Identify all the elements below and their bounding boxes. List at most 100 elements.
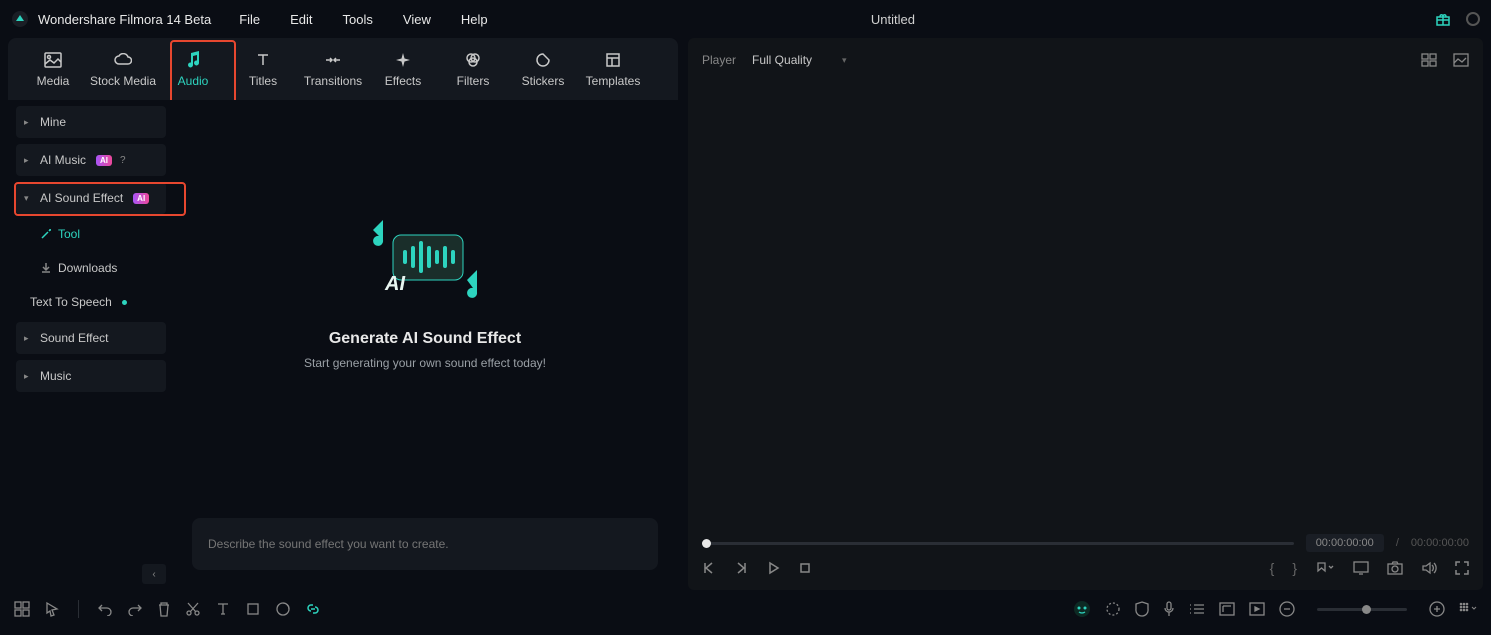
- describe-input-box[interactable]: [192, 518, 658, 570]
- menu-edit[interactable]: Edit: [290, 12, 312, 27]
- prev-frame-button[interactable]: [702, 561, 716, 575]
- sidebar-item-sound-effect[interactable]: ▸ Sound Effect: [16, 322, 166, 354]
- tab-templates[interactable]: Templates: [578, 38, 648, 100]
- tab-audio-label: Audio: [178, 74, 209, 88]
- tab-audio[interactable]: Audio: [158, 38, 228, 100]
- tab-filters[interactable]: Filters: [438, 38, 508, 100]
- tab-titles[interactable]: Titles: [228, 38, 298, 100]
- new-indicator-icon: [122, 300, 127, 305]
- color-button[interactable]: [275, 601, 291, 617]
- tab-stickers[interactable]: Stickers: [508, 38, 578, 100]
- sidebar-sub-downloads[interactable]: Downloads: [16, 254, 166, 282]
- ai-badge: AI: [133, 193, 149, 204]
- bottom-toolbar: [0, 590, 1491, 628]
- cursor-icon[interactable]: [44, 601, 60, 617]
- tab-effects-label: Effects: [385, 74, 421, 88]
- zoom-slider[interactable]: [1317, 608, 1407, 611]
- left-panel: Media Stock Media Audio Titles Transitio…: [8, 38, 678, 590]
- chevron-right-icon: ▸: [24, 117, 34, 128]
- document-title: Untitled: [871, 12, 915, 27]
- menubar: Wondershare Filmora 14 Beta File Edit To…: [0, 0, 1491, 38]
- mark-out-icon[interactable]: }: [1292, 560, 1297, 576]
- app-logo-icon: [10, 9, 30, 29]
- stop-button[interactable]: [798, 561, 812, 575]
- progress-slider[interactable]: [702, 542, 1294, 545]
- zoom-out-button[interactable]: [1279, 601, 1295, 617]
- content-area: AI Generate AI Sound Effect Start genera…: [172, 100, 678, 590]
- grid-view-icon[interactable]: [1421, 53, 1437, 67]
- main-area: Media Stock Media Audio Titles Transitio…: [0, 38, 1491, 590]
- sidebar-tts-label: Text To Speech: [30, 295, 112, 309]
- export-frame-icon[interactable]: [1219, 602, 1235, 616]
- sidebar-sub-tts[interactable]: Text To Speech: [16, 288, 166, 316]
- sidebar-se-label: Sound Effect: [40, 331, 109, 345]
- filters-icon: [465, 50, 481, 70]
- zoom-in-button[interactable]: [1429, 601, 1445, 617]
- timeline-options-icon[interactable]: [1459, 602, 1477, 616]
- menu-file[interactable]: File: [239, 12, 260, 27]
- list-icon[interactable]: [1189, 602, 1205, 616]
- fullscreen-button[interactable]: [1455, 561, 1469, 575]
- media-icon: [44, 50, 62, 70]
- step-back-button[interactable]: [734, 561, 748, 575]
- gift-icon[interactable]: [1435, 11, 1451, 27]
- tab-transitions-label: Transitions: [304, 74, 362, 88]
- sidebar-item-music[interactable]: ▸ Music: [16, 360, 166, 392]
- ai-assistant-icon[interactable]: [1073, 600, 1091, 618]
- layout-icon[interactable]: [14, 601, 30, 617]
- cut-button[interactable]: [185, 601, 201, 617]
- undo-button[interactable]: [97, 602, 113, 616]
- svg-text:AI: AI: [384, 273, 405, 295]
- menu-view[interactable]: View: [403, 12, 431, 27]
- ai-sound-illustration-icon: AI: [355, 210, 495, 310]
- menu-tools[interactable]: Tools: [343, 12, 373, 27]
- snapshot-button[interactable]: [1387, 561, 1403, 575]
- sidebar-item-ai-music[interactable]: ▸ AI Music AI ?: [16, 144, 166, 176]
- player-header: Player Full Quality ▾: [688, 38, 1483, 82]
- sidebar-item-ai-sound-effect[interactable]: ▾ AI Sound Effect AI: [16, 182, 166, 214]
- text-tool-icon[interactable]: [215, 601, 231, 617]
- menu-help[interactable]: Help: [461, 12, 488, 27]
- app-title: Wondershare Filmora 14 Beta: [38, 12, 211, 27]
- play-button[interactable]: [766, 561, 780, 575]
- time-total: 00:00:00:00: [1411, 537, 1469, 549]
- sidebar-downloads-label: Downloads: [58, 261, 117, 275]
- collapse-sidebar-button[interactable]: ‹: [142, 564, 166, 584]
- wand-icon: [40, 228, 52, 240]
- display-settings-icon[interactable]: [1353, 561, 1369, 575]
- chevron-right-icon: ▸: [24, 333, 34, 344]
- render-icon[interactable]: [1249, 602, 1265, 616]
- category-tabs: Media Stock Media Audio Titles Transitio…: [8, 38, 678, 100]
- describe-input[interactable]: [208, 537, 642, 551]
- record-status-icon[interactable]: [1465, 11, 1481, 27]
- mic-icon[interactable]: [1163, 601, 1175, 617]
- delete-button[interactable]: [157, 601, 171, 617]
- tab-templates-label: Templates: [586, 74, 641, 88]
- chevron-down-icon: ▾: [24, 193, 34, 204]
- tab-stock-media[interactable]: Stock Media: [88, 38, 158, 100]
- tab-titles-label: Titles: [249, 74, 277, 88]
- cloud-icon: [114, 50, 132, 70]
- tab-effects[interactable]: Effects: [368, 38, 438, 100]
- tab-media-label: Media: [37, 74, 70, 88]
- mark-in-icon[interactable]: {: [1270, 560, 1275, 576]
- sidebar-mine-label: Mine: [40, 115, 66, 129]
- crop-button[interactable]: [245, 601, 261, 617]
- sidebar-ai-music-label: AI Music: [40, 153, 86, 167]
- marker-dropdown[interactable]: [1315, 561, 1335, 575]
- redo-button[interactable]: [127, 602, 143, 616]
- shield-icon[interactable]: [1135, 601, 1149, 617]
- sidebar-item-mine[interactable]: ▸ Mine: [16, 106, 166, 138]
- volume-button[interactable]: [1421, 561, 1437, 575]
- help-icon[interactable]: ?: [120, 155, 126, 166]
- player-viewport: [688, 82, 1483, 526]
- music-note-icon: [185, 50, 201, 70]
- adjust-icon[interactable]: [1105, 601, 1121, 617]
- sidebar-sub-tool[interactable]: Tool: [16, 220, 166, 248]
- download-icon: [40, 262, 52, 274]
- quality-dropdown[interactable]: Full Quality ▾: [752, 53, 847, 67]
- tab-transitions[interactable]: Transitions: [298, 38, 368, 100]
- picture-view-icon[interactable]: [1453, 53, 1469, 67]
- link-button[interactable]: [305, 601, 321, 617]
- tab-media[interactable]: Media: [18, 38, 88, 100]
